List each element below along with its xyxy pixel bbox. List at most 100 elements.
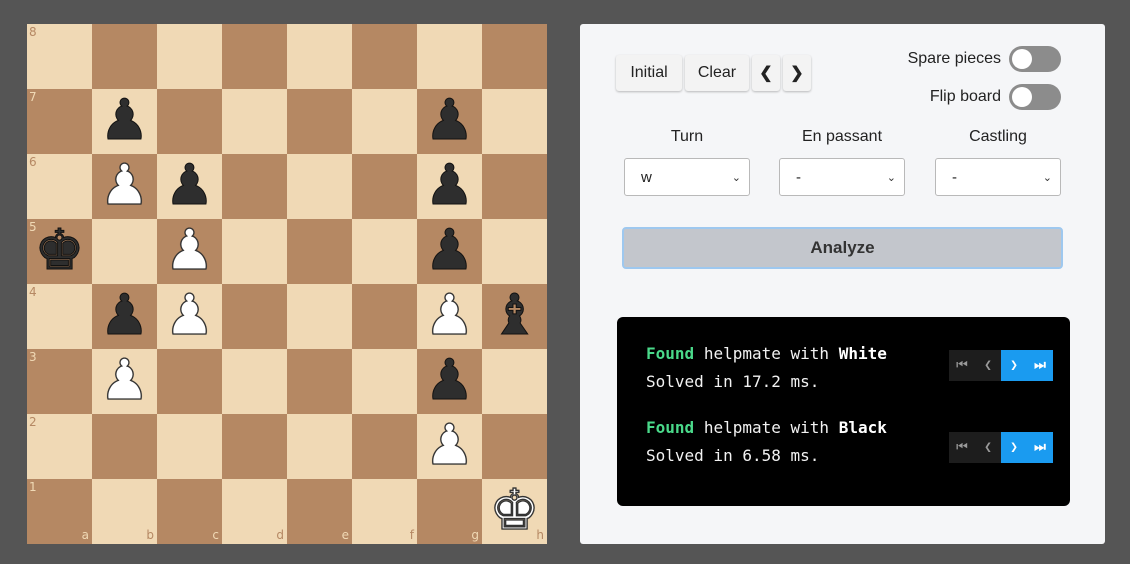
black-pawn-icon[interactable]: ♟: [424, 351, 475, 408]
square-d4[interactable]: [222, 284, 287, 349]
next-icon[interactable]: ❯: [1001, 432, 1027, 463]
square-f5[interactable]: [352, 219, 417, 284]
initial-button[interactable]: Initial: [616, 55, 682, 91]
black-pawn-icon[interactable]: ♟: [424, 156, 475, 213]
square-f4[interactable]: [352, 284, 417, 349]
white-king-icon[interactable]: ♚: [489, 481, 541, 538]
square-e4[interactable]: [287, 284, 352, 349]
square-e1[interactable]: e: [287, 479, 352, 544]
white-pawn-icon[interactable]: ♟: [99, 156, 151, 213]
black-pawn-icon[interactable]: ♟: [164, 156, 215, 213]
square-g2[interactable]: ♟: [417, 414, 482, 479]
square-b2[interactable]: [92, 414, 157, 479]
square-e6[interactable]: [287, 154, 352, 219]
square-g6[interactable]: ♟: [417, 154, 482, 219]
flip-board-toggle[interactable]: [1009, 84, 1061, 110]
square-a8[interactable]: 8: [27, 24, 92, 89]
turn-select[interactable]: w ⌄: [624, 158, 750, 196]
square-f3[interactable]: [352, 349, 417, 414]
square-f1[interactable]: f: [352, 479, 417, 544]
square-a2[interactable]: 2: [27, 414, 92, 479]
square-d3[interactable]: [222, 349, 287, 414]
square-h8[interactable]: [482, 24, 547, 89]
square-c2[interactable]: [157, 414, 222, 479]
chessboard[interactable]: 8 7 ♟ ♟ 6 ♟ ♟ ♟ 5 ♚ ♟ ♟ 4 ♟ ♟ ♟ ♝ 3 ♟ ♟ 2 ♟ 1 a b c d e f g h ♚: [27, 24, 547, 544]
square-a5[interactable]: 5 ♚: [27, 219, 92, 284]
white-pawn-icon[interactable]: ♟: [164, 286, 216, 343]
square-d8[interactable]: [222, 24, 287, 89]
square-g3[interactable]: ♟: [417, 349, 482, 414]
square-a1[interactable]: 1a: [27, 479, 92, 544]
square-f7[interactable]: [352, 89, 417, 154]
square-c7[interactable]: [157, 89, 222, 154]
square-c6[interactable]: ♟: [157, 154, 222, 219]
black-pawn-icon[interactable]: ♟: [99, 91, 150, 148]
square-e2[interactable]: [287, 414, 352, 479]
square-c5[interactable]: ♟: [157, 219, 222, 284]
square-h4[interactable]: ♝: [482, 284, 547, 349]
en-passant-select[interactable]: - ⌄: [779, 158, 905, 196]
square-h6[interactable]: [482, 154, 547, 219]
square-h3[interactable]: [482, 349, 547, 414]
black-king-icon[interactable]: ♚: [34, 221, 85, 278]
square-d5[interactable]: [222, 219, 287, 284]
square-b8[interactable]: [92, 24, 157, 89]
square-h1[interactable]: h ♚: [482, 479, 547, 544]
prev-icon[interactable]: ❮: [975, 350, 1001, 381]
square-a4[interactable]: 4: [27, 284, 92, 349]
spare-pieces-toggle[interactable]: [1009, 46, 1061, 72]
next-icon[interactable]: ❯: [1001, 350, 1027, 381]
square-d6[interactable]: [222, 154, 287, 219]
square-c4[interactable]: ♟: [157, 284, 222, 349]
square-g5[interactable]: ♟: [417, 219, 482, 284]
square-e8[interactable]: [287, 24, 352, 89]
square-b6[interactable]: ♟: [92, 154, 157, 219]
square-f2[interactable]: [352, 414, 417, 479]
first-icon[interactable]: ⏮: [949, 350, 975, 381]
white-pawn-icon[interactable]: ♟: [424, 286, 476, 343]
analyze-button[interactable]: Analyze: [622, 227, 1063, 269]
square-a7[interactable]: 7: [27, 89, 92, 154]
square-d2[interactable]: [222, 414, 287, 479]
square-a6[interactable]: 6: [27, 154, 92, 219]
square-c1[interactable]: c: [157, 479, 222, 544]
square-g1[interactable]: g: [417, 479, 482, 544]
white-pawn-icon[interactable]: ♟: [164, 221, 216, 278]
square-b3[interactable]: ♟: [92, 349, 157, 414]
castling-select[interactable]: - ⌄: [935, 158, 1061, 196]
undo-button[interactable]: ❮: [752, 55, 780, 91]
square-h2[interactable]: [482, 414, 547, 479]
black-bishop-icon[interactable]: ♝: [489, 286, 540, 343]
square-e5[interactable]: [287, 219, 352, 284]
square-e3[interactable]: [287, 349, 352, 414]
square-g4[interactable]: ♟: [417, 284, 482, 349]
square-b4[interactable]: ♟: [92, 284, 157, 349]
square-d1[interactable]: d: [222, 479, 287, 544]
prev-icon[interactable]: ❮: [975, 432, 1001, 463]
castling-field: Castling - ⌄: [935, 128, 1061, 196]
square-h7[interactable]: [482, 89, 547, 154]
clear-button[interactable]: Clear: [685, 55, 749, 91]
last-icon[interactable]: ⏭: [1027, 350, 1053, 381]
square-b1[interactable]: b: [92, 479, 157, 544]
square-g8[interactable]: [417, 24, 482, 89]
square-c8[interactable]: [157, 24, 222, 89]
first-icon[interactable]: ⏮: [949, 432, 975, 463]
square-b5[interactable]: [92, 219, 157, 284]
last-icon[interactable]: ⏭: [1027, 432, 1053, 463]
square-c3[interactable]: [157, 349, 222, 414]
white-pawn-icon[interactable]: ♟: [99, 351, 151, 408]
square-e7[interactable]: [287, 89, 352, 154]
black-pawn-icon[interactable]: ♟: [424, 91, 475, 148]
square-f8[interactable]: [352, 24, 417, 89]
black-pawn-icon[interactable]: ♟: [99, 286, 150, 343]
square-d7[interactable]: [222, 89, 287, 154]
square-h5[interactable]: [482, 219, 547, 284]
redo-button[interactable]: ❯: [783, 55, 811, 91]
square-g7[interactable]: ♟: [417, 89, 482, 154]
square-f6[interactable]: [352, 154, 417, 219]
square-a3[interactable]: 3: [27, 349, 92, 414]
square-b7[interactable]: ♟: [92, 89, 157, 154]
black-pawn-icon[interactable]: ♟: [424, 221, 475, 278]
white-pawn-icon[interactable]: ♟: [424, 416, 476, 473]
